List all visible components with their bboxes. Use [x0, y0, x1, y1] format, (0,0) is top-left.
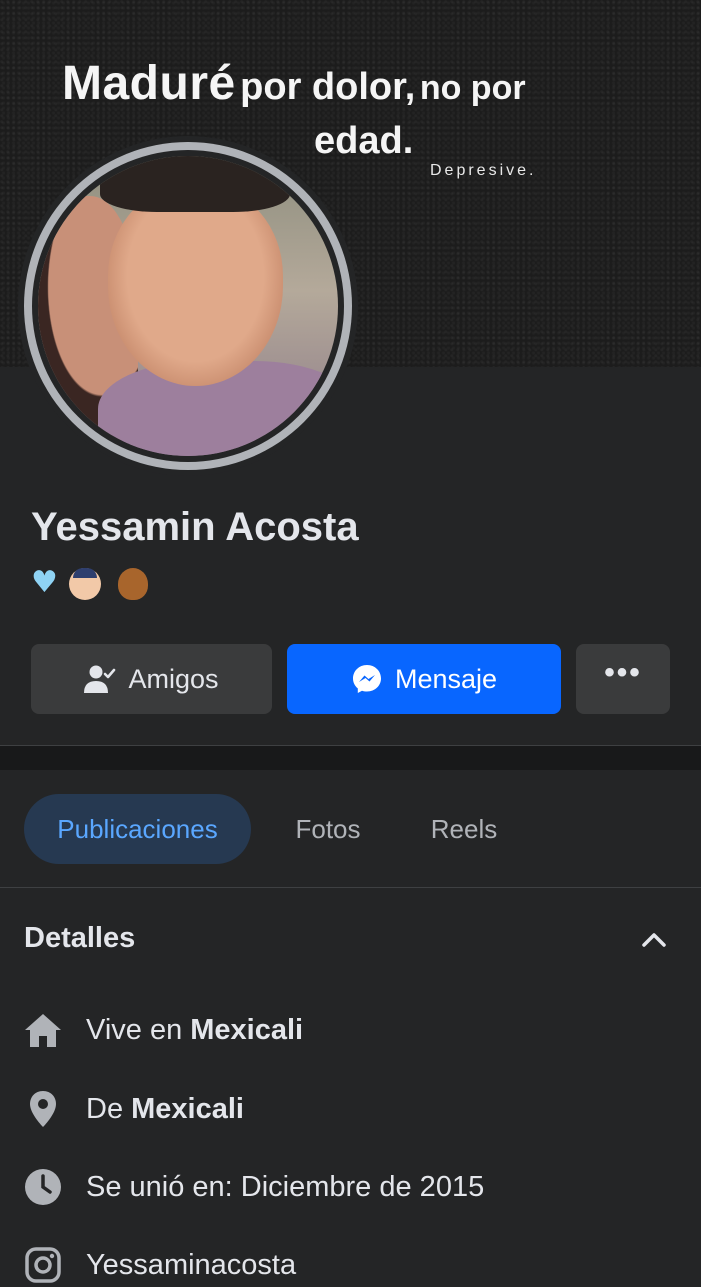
section-separator [0, 746, 701, 770]
blue-heart-icon: ♥ [31, 565, 59, 600]
instagram-icon [24, 1246, 62, 1284]
messenger-icon [351, 663, 383, 695]
location-pin-icon [24, 1090, 62, 1128]
quote-word: Maduré [62, 57, 236, 110]
friends-button[interactable]: Amigos [31, 644, 272, 714]
chevron-up-icon[interactable] [640, 926, 668, 954]
detail-hometown-link[interactable]: Mexicali [131, 1093, 244, 1125]
more-dots-icon: ••• [604, 656, 642, 689]
cover-signature: Depresive. [430, 162, 537, 179]
profile-avatar[interactable] [24, 142, 352, 470]
divider [0, 887, 701, 888]
avatar-photo [38, 156, 338, 456]
old-man-face-icon [69, 567, 102, 600]
friend-check-icon [84, 664, 116, 694]
profile-name: Yessamin Acosta [31, 505, 359, 549]
detail-item-joined: Se unió en: Diciembre de 2015 [24, 1165, 484, 1209]
quote-word: edad. [314, 120, 414, 162]
instagram-handle[interactable]: Yessaminacosta [86, 1249, 296, 1282]
more-options-button[interactable]: ••• [576, 644, 670, 714]
cover-quote-text: Maduré por dolor, no por edad. [62, 57, 622, 161]
clock-icon [24, 1168, 62, 1206]
profile-emojis: ♥ [31, 565, 148, 600]
teddy-bear-icon [118, 567, 148, 600]
detail-item-lives-in: Vive en Mexicali [24, 1008, 303, 1052]
tab-reels[interactable]: Reels [412, 794, 516, 864]
message-button[interactable]: Mensaje [287, 644, 561, 714]
tab-fotos[interactable]: Fotos [276, 794, 380, 864]
message-button-label: Mensaje [394, 663, 498, 694]
quote-word: por dolor, [240, 66, 416, 108]
tab-publicaciones[interactable]: Publicaciones [24, 794, 251, 864]
detail-item-instagram[interactable]: Yessaminacosta [24, 1243, 296, 1287]
quote-word: no por [419, 69, 526, 107]
detail-item-from: De Mexicali [24, 1087, 244, 1131]
detail-city-link[interactable]: Mexicali [190, 1014, 303, 1046]
friends-button-label: Amigos [128, 663, 219, 694]
details-title: Detalles [24, 922, 136, 954]
home-icon [24, 1011, 62, 1049]
